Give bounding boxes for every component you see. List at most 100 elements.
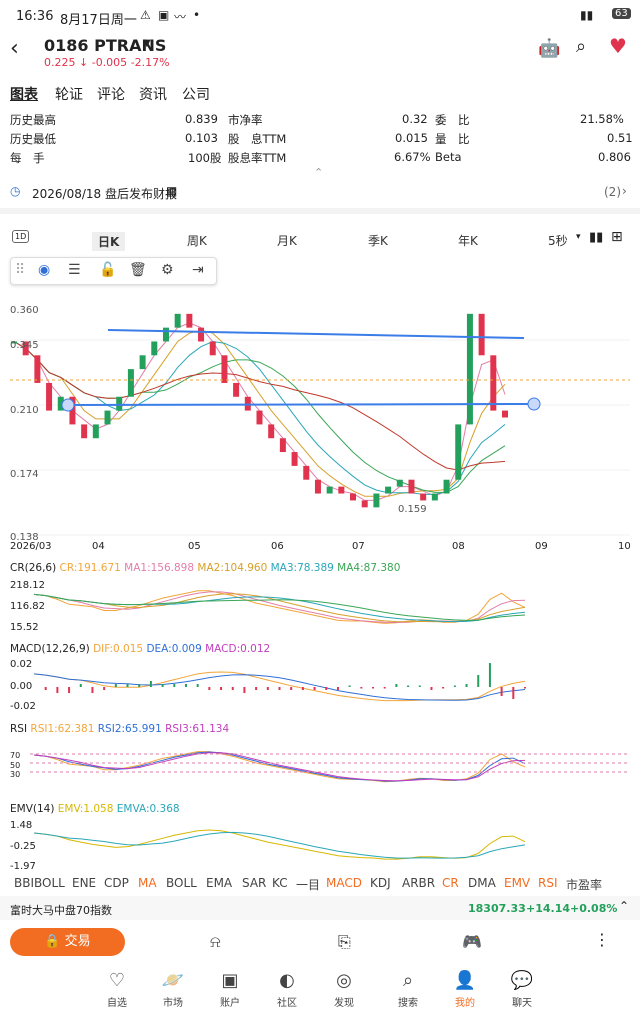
nav-chat[interactable]: 💬 聊天 [497, 970, 547, 1009]
period-day[interactable]: 日K [92, 232, 126, 251]
x-tick: 08 [452, 541, 465, 552]
indicator-tab[interactable]: MA [138, 876, 157, 890]
nav-market[interactable]: 🪐 市场 [148, 970, 198, 1009]
candle [256, 410, 263, 425]
indicator-tab[interactable]: MACD [326, 876, 362, 890]
x-axis: 2026/03 04 05 06 07 08 09 10 [0, 541, 640, 555]
indicator-tab[interactable]: SAR [242, 876, 266, 890]
delete-icon[interactable]: 🗑 [129, 262, 147, 278]
stat-label: 股 息TTM [228, 132, 287, 146]
nav-mine[interactable]: 👤 我的 [440, 970, 490, 1009]
period-month[interactable]: 月K [277, 232, 297, 249]
candle [34, 355, 41, 383]
trend-handle-right[interactable] [527, 397, 541, 411]
indicator-tab[interactable]: CDP [104, 876, 129, 890]
tab-company[interactable]: 公司 [182, 84, 210, 104]
candle [279, 438, 286, 453]
cr-ma2: MA2:104.960 [197, 562, 268, 574]
chevron-up-icon[interactable]: ⌃ [314, 166, 323, 179]
candle [186, 313, 193, 328]
trade-label: 交易 [64, 934, 91, 949]
cr-chart [33, 590, 526, 624]
period-5s[interactable]: 5秒 [548, 232, 568, 249]
rsi3: RSI3:61.134 [165, 723, 230, 735]
event-row[interactable]: ◷ 2026/08/18 盘后发布财报 ▦ (2) › [10, 184, 630, 202]
stat-label: 每 手 [10, 151, 45, 165]
grid-icon[interactable]: ⊞ [611, 229, 623, 245]
indicator-tab[interactable]: DMA [468, 876, 496, 890]
chevron-down-icon[interactable]: ▼ [143, 38, 151, 49]
x-tick: 06 [271, 541, 284, 552]
search-icon[interactable]: ⌕ [576, 36, 586, 57]
period-year[interactable]: 年K [458, 232, 478, 249]
nav-watchlist[interactable]: ♡ 自选 [92, 970, 142, 1009]
robot-icon[interactable]: 🤖 [538, 38, 560, 59]
cr-ma3: MA3:78.389 [270, 562, 334, 574]
color-icon[interactable]: ◉ [38, 262, 50, 278]
macd-title: MACD(12,26,9) [10, 643, 90, 655]
candle [326, 486, 333, 494]
indicator-line [33, 590, 526, 624]
market-ticker[interactable]: 富时大马中盘70指数 18307.33 +14.14 +0.08% ⌃ [0, 896, 640, 920]
nav-community[interactable]: ◐ 社区 [262, 970, 312, 1009]
market-value: 18307.33 [468, 902, 526, 915]
back-icon[interactable]: ‹ [10, 36, 19, 61]
gamepad-icon[interactable]: 🎮 [462, 932, 482, 951]
indicator-line [33, 671, 526, 702]
candle [174, 313, 181, 328]
alert-bell-icon[interactable]: ⍾ [210, 932, 221, 952]
period-week[interactable]: 周K [187, 232, 207, 249]
candle-icon[interactable]: ▮▮ [589, 230, 603, 245]
indicator-tab[interactable]: 一目 [296, 876, 320, 893]
share-icon[interactable]: ⎘ [338, 932, 351, 952]
exit-icon[interactable]: ⇥ [192, 262, 204, 278]
emva-value: EMVA:0.368 [116, 803, 180, 815]
indicator-tab[interactable]: KDJ [370, 876, 391, 890]
trend-handle-left[interactable] [61, 398, 75, 412]
more-icon[interactable]: ⋮ [594, 930, 610, 949]
indicator-tab[interactable]: RSI [538, 876, 558, 890]
indicator-tab[interactable]: ENE [72, 876, 96, 890]
indicator-tab[interactable]: ARBR [402, 876, 435, 890]
chevron-down-icon[interactable]: ▾ [576, 232, 581, 242]
tab-comments[interactable]: 评论 [97, 84, 125, 104]
candle [291, 452, 298, 466]
stat-value: 6.67% [394, 150, 431, 164]
unlock-icon[interactable]: 🔓 [99, 262, 116, 278]
indicator-tab[interactable]: KC [272, 876, 288, 890]
price-chart[interactable] [0, 280, 640, 555]
period-1d-icon[interactable]: 1D [12, 230, 30, 243]
indicator-line [33, 831, 526, 859]
macd-dif: DIF:0.015 [93, 643, 144, 655]
macd-value: MACD:0.012 [205, 643, 271, 655]
tab-news[interactable]: 资讯 [139, 84, 167, 104]
price-line: 0.225 ↓ -0.005 -2.17% [44, 56, 170, 69]
candle [338, 486, 345, 494]
calendar-icon: ▦ [166, 184, 178, 198]
chat-icon: 💬 [510, 970, 534, 991]
person-icon: 👤 [453, 970, 477, 991]
drag-handle-icon[interactable]: ⠿ [15, 262, 25, 278]
tab-warrants[interactable]: 轮证 [55, 84, 83, 104]
settings-icon[interactable]: ⚙ [161, 262, 174, 278]
period-quarter[interactable]: 季K [368, 232, 388, 249]
indicator-tab[interactable]: EMV [504, 876, 530, 890]
line-style-icon[interactable]: ☰ [68, 262, 81, 278]
indicator-tab[interactable]: EMA [206, 876, 232, 890]
indicator-tab[interactable]: BBIBOLL [14, 876, 65, 890]
trade-button[interactable]: 🔒 交易 [10, 928, 125, 956]
trend-line-bottom[interactable] [67, 403, 535, 406]
nav-search[interactable]: ⌕ 搜索 [383, 970, 433, 1009]
header: ‹ 0186 PTRANS ▼ 0.225 ↓ -0.005 -2.17% 🤖 … [0, 34, 640, 76]
price-change: -0.005 [91, 56, 128, 69]
indicator-tab[interactable]: BOLL [166, 876, 197, 890]
indicator-tab[interactable]: 市盈率 [566, 876, 602, 893]
heart-icon[interactable]: ♥ [609, 34, 627, 58]
main-tabs: 图表 轮证 评论 资讯 公司 [0, 84, 640, 106]
price-tick: 0.360 [10, 305, 39, 316]
tab-chart[interactable]: 图表 [10, 84, 38, 104]
indicator-tab[interactable]: CR [442, 876, 459, 890]
nav-account[interactable]: ▣ 账户 [205, 970, 255, 1009]
chevron-up-icon[interactable]: ⌃ [619, 899, 629, 913]
nav-discover[interactable]: ◎ 发现 [319, 970, 369, 1009]
